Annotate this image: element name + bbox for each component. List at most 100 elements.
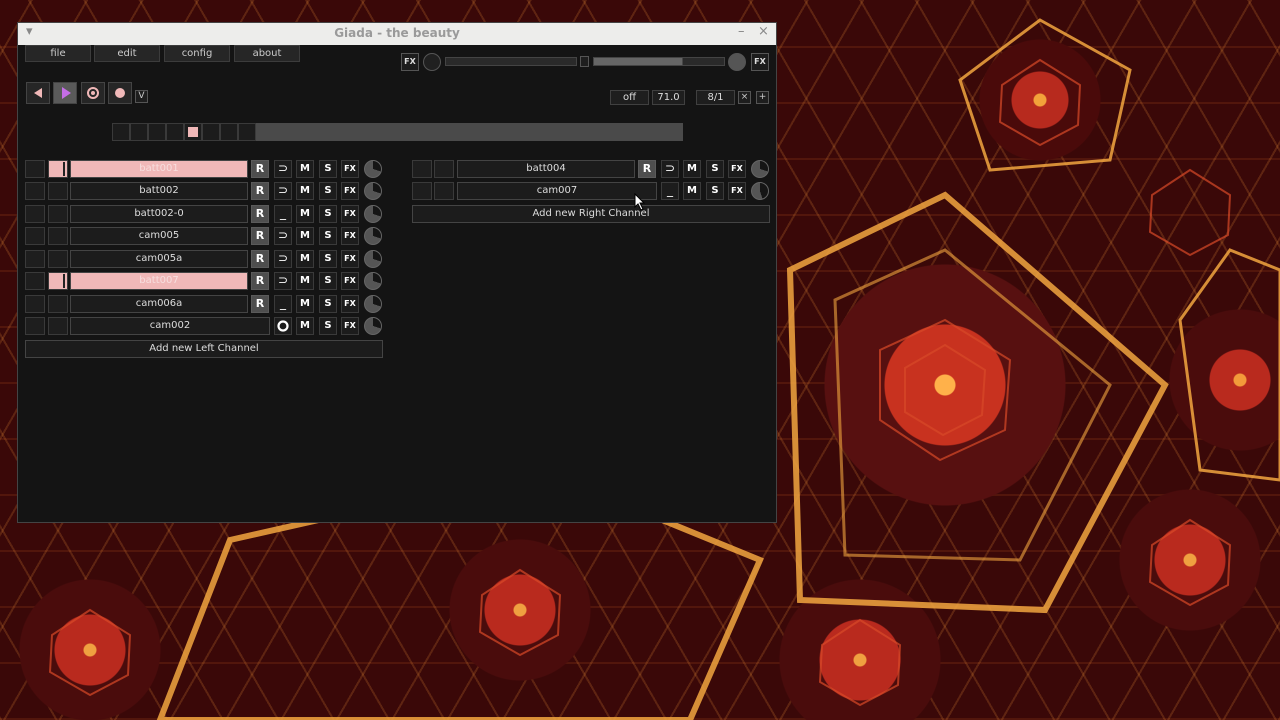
channel-name[interactable]: batt002-0 xyxy=(70,205,248,223)
window-titlebar[interactable]: ▾ Giada - the beauty – × xyxy=(18,23,776,45)
master-fx-input-button[interactable]: FX xyxy=(401,53,419,71)
channel-read-actions[interactable]: R xyxy=(251,272,269,290)
bpm-field[interactable]: 71.0 xyxy=(652,90,685,105)
channel-name[interactable]: cam005 xyxy=(70,227,248,245)
channel-name[interactable]: batt007 xyxy=(70,272,248,290)
channel-solo[interactable]: S xyxy=(319,295,337,313)
channel-loop-mode[interactable]: ⊃ xyxy=(274,227,292,245)
add-left-channel-button[interactable]: Add new Left Channel xyxy=(25,340,383,358)
channel-read-actions[interactable]: R xyxy=(251,182,269,200)
channel-solo[interactable]: S xyxy=(319,227,337,245)
channel-read-actions[interactable]: R xyxy=(251,227,269,245)
channel-status[interactable] xyxy=(434,182,454,200)
channel-loop-mode[interactable]: ⊃ xyxy=(661,160,679,178)
channel-volume-knob[interactable] xyxy=(364,227,382,245)
channel-mute[interactable]: M xyxy=(296,182,314,200)
input-monitor-toggle[interactable] xyxy=(580,56,589,67)
channel-mode-toggle[interactable] xyxy=(274,317,292,335)
channel-key-button[interactable] xyxy=(25,317,45,335)
channel-name[interactable]: batt004 xyxy=(457,160,635,178)
channel-loop-mode[interactable]: ⊃ xyxy=(274,250,292,268)
beats-divide-button[interactable]: × xyxy=(738,91,751,104)
beats-field[interactable]: 8/1 xyxy=(696,90,735,105)
menu-edit[interactable]: edit xyxy=(94,45,160,62)
channel-volume-knob[interactable] xyxy=(364,317,382,335)
channel-fx[interactable]: FX xyxy=(341,160,359,178)
record-input-button[interactable] xyxy=(81,82,105,104)
channel-key-button[interactable] xyxy=(412,160,432,178)
channel-solo[interactable]: S xyxy=(319,205,337,223)
channel-fx[interactable]: FX xyxy=(341,295,359,313)
channel-solo[interactable]: S xyxy=(319,160,337,178)
channel-key-button[interactable] xyxy=(25,250,45,268)
channel-fx[interactable]: FX xyxy=(341,182,359,200)
channel-mute[interactable]: M xyxy=(296,272,314,290)
channel-key-button[interactable] xyxy=(25,205,45,223)
channel-fx[interactable]: FX xyxy=(341,250,359,268)
master-fx-output-button[interactable]: FX xyxy=(751,53,769,71)
menu-about[interactable]: about xyxy=(234,45,300,62)
input-volume-knob[interactable] xyxy=(423,53,441,71)
channel-solo[interactable]: S xyxy=(319,317,337,335)
channel-name[interactable]: cam002 xyxy=(70,317,270,335)
channel-name[interactable]: cam006a xyxy=(70,295,248,313)
channel-status[interactable] xyxy=(434,160,454,178)
channel-key-button[interactable] xyxy=(25,182,45,200)
channel-volume-knob[interactable] xyxy=(364,272,382,290)
channel-solo[interactable]: S xyxy=(706,160,724,178)
record-actions-button[interactable] xyxy=(108,82,132,104)
channel-mute[interactable]: M xyxy=(296,250,314,268)
channel-mute[interactable]: M xyxy=(296,317,314,335)
channel-loop-mode[interactable]: ⊃ xyxy=(274,160,292,178)
channel-volume-knob[interactable] xyxy=(364,250,382,268)
channel-volume-knob[interactable] xyxy=(751,182,769,200)
channel-status[interactable] xyxy=(48,182,68,200)
output-volume-knob[interactable] xyxy=(728,53,746,71)
channel-read-actions[interactable]: R xyxy=(251,295,269,313)
channel-status[interactable] xyxy=(48,227,68,245)
channel-name[interactable]: batt001 xyxy=(70,160,248,178)
channel-key-button[interactable] xyxy=(25,227,45,245)
channel-loop-mode[interactable]: ⊃ xyxy=(274,272,292,290)
channel-status[interactable] xyxy=(48,317,68,335)
channel-key-button[interactable] xyxy=(25,272,45,290)
channel-read-actions[interactable]: R xyxy=(251,205,269,223)
channel-solo[interactable]: S xyxy=(319,272,337,290)
channel-fx[interactable]: FX xyxy=(728,160,746,178)
channel-loop-mode[interactable]: _ xyxy=(274,205,292,223)
channel-fx[interactable]: FX xyxy=(341,317,359,335)
channel-solo[interactable]: S xyxy=(706,182,724,200)
play-button[interactable] xyxy=(53,82,77,104)
channel-read-actions[interactable]: R xyxy=(638,160,656,178)
channel-mute[interactable]: M xyxy=(296,227,314,245)
minimize-button[interactable]: – xyxy=(738,24,745,39)
channel-volume-knob[interactable] xyxy=(364,160,382,178)
channel-volume-knob[interactable] xyxy=(751,160,769,178)
channel-mute[interactable]: M xyxy=(296,205,314,223)
quantize-field[interactable]: off xyxy=(610,90,649,105)
channel-name[interactable]: cam007 xyxy=(457,182,657,200)
channel-status[interactable] xyxy=(48,272,68,290)
channel-name[interactable]: batt002 xyxy=(70,182,248,200)
channel-fx[interactable]: FX xyxy=(341,205,359,223)
channel-solo[interactable]: S xyxy=(319,182,337,200)
channel-status[interactable] xyxy=(48,205,68,223)
channel-status[interactable] xyxy=(48,250,68,268)
channel-volume-knob[interactable] xyxy=(364,205,382,223)
channel-read-actions[interactable]: R xyxy=(251,250,269,268)
channel-status[interactable] xyxy=(48,160,68,178)
channel-loop-mode[interactable]: ⊃ xyxy=(274,182,292,200)
channel-read-actions[interactable]: R xyxy=(251,160,269,178)
metronome-toggle[interactable]: V xyxy=(135,90,148,103)
channel-mute[interactable]: M xyxy=(296,160,314,178)
close-button[interactable]: × xyxy=(758,24,769,39)
channel-name[interactable]: cam005a xyxy=(70,250,248,268)
channel-fx[interactable]: FX xyxy=(341,272,359,290)
menu-config[interactable]: config xyxy=(164,45,230,62)
add-right-channel-button[interactable]: Add new Right Channel xyxy=(412,205,770,223)
channel-mute[interactable]: M xyxy=(296,295,314,313)
rewind-button[interactable] xyxy=(26,82,50,104)
channel-status[interactable] xyxy=(48,295,68,313)
channel-fx[interactable]: FX xyxy=(341,227,359,245)
channel-key-button[interactable] xyxy=(25,295,45,313)
